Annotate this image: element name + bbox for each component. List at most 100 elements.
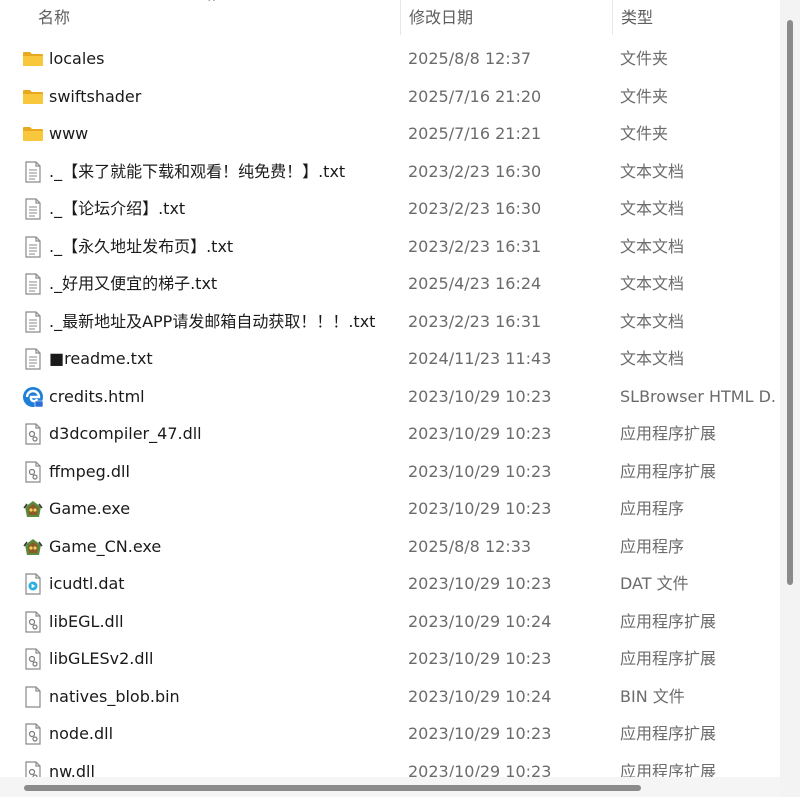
folder-icon — [22, 48, 44, 70]
file-type: 应用程序扩展 — [620, 649, 717, 668]
dll-file-icon — [22, 423, 44, 445]
file-row[interactable]: Game_CN.exe 2025/8/8 12:33 应用程序 — [0, 528, 780, 566]
file-date-modified: 2023/2/23 16:30 — [408, 199, 542, 218]
file-row[interactable]: libGLESv2.dll 2023/10/29 10:23 应用程序扩展 — [0, 640, 780, 678]
file-name: libGLESv2.dll — [49, 649, 154, 668]
text-file-icon — [22, 348, 44, 370]
file-type: 应用程序 — [620, 536, 685, 556]
file-type: 应用程序扩展 — [620, 611, 717, 631]
text-file-icon — [22, 310, 44, 333]
file-name: ■readme.txt — [49, 349, 153, 368]
file-name: Game.exe — [49, 499, 131, 518]
column-header-row: ^ 名称 修改日期 类型 — [0, 0, 780, 35]
horizontal-scroll-thumb[interactable] — [24, 785, 641, 791]
file-type: 文本文档 — [620, 311, 685, 331]
file-type: 文本文档 — [620, 349, 685, 368]
file-name: natives_blob.bin — [49, 686, 180, 706]
file-type: 文件夹 — [620, 86, 669, 106]
browser-html-icon — [22, 386, 44, 408]
file-date-modified: 2023/10/29 10:23 — [408, 649, 552, 668]
file-name: ._【论坛介绍】.txt — [49, 199, 186, 218]
file-name: ._【永久地址发布页】.txt — [49, 236, 234, 256]
file-type: 文本文档 — [620, 274, 685, 293]
file-date-modified: 2023/10/29 10:23 — [408, 386, 552, 406]
file-type: 应用程序 — [620, 499, 685, 518]
file-row[interactable]: natives_blob.bin 2023/10/29 10:24 BIN 文件 — [0, 678, 780, 716]
file-row[interactable]: ■readme.txt 2024/11/23 11:43 文本文档 — [0, 340, 780, 378]
column-header-name[interactable]: 名称 — [30, 0, 400, 35]
file-type: DAT 文件 — [620, 574, 689, 593]
file-type: 应用程序扩展 — [620, 461, 717, 481]
file-row[interactable]: swiftshader 2025/7/16 21:20 文件夹 — [0, 78, 780, 116]
file-name: ._【来了就能下载和观看！纯免费！】.txt — [49, 161, 346, 181]
dll-file-icon — [22, 648, 44, 670]
file-date-modified: 2023/2/23 16:31 — [408, 236, 542, 256]
file-date-modified: 2025/8/8 12:33 — [408, 536, 532, 556]
file-name: node.dll — [49, 724, 114, 743]
file-row[interactable]: locales 2025/8/8 12:37 文件夹 — [0, 40, 780, 78]
file-date-modified: 2025/8/8 12:37 — [408, 49, 532, 68]
horizontal-scrollbar[interactable] — [0, 777, 780, 797]
file-name: Game_CN.exe — [49, 536, 162, 556]
dll-file-icon — [22, 610, 44, 633]
text-file-icon — [22, 198, 44, 220]
file-date-modified: 2023/10/29 10:23 — [408, 574, 552, 593]
file-row[interactable]: d3dcompiler_47.dll 2023/10/29 10:23 应用程序扩展 — [0, 415, 780, 453]
text-file-icon — [22, 235, 44, 258]
file-row[interactable]: node.dll 2023/10/29 10:23 应用程序扩展 — [0, 715, 780, 753]
file-row[interactable]: libEGL.dll 2023/10/29 10:24 应用程序扩展 — [0, 603, 780, 641]
column-header-date-modified[interactable]: 修改日期 — [400, 0, 612, 35]
file-type: 文本文档 — [620, 161, 685, 181]
file-type: BIN 文件 — [620, 686, 685, 706]
file-date-modified: 2023/10/29 10:24 — [408, 686, 552, 706]
file-type: 文件夹 — [620, 49, 669, 68]
file-name: ._最新地址及APP请发邮箱自动获取！！！.txt — [49, 311, 376, 331]
file-row[interactable]: ._好用又便宜的梯子.txt 2025/4/23 16:24 文本文档 — [0, 265, 780, 303]
file-name: icudtl.dat — [49, 574, 125, 593]
file-row[interactable]: ._【来了就能下载和观看！纯免费！】.txt 2023/2/23 16:30 文本文… — [0, 153, 780, 191]
file-row[interactable]: Game.exe 2023/10/29 10:23 应用程序 — [0, 490, 780, 528]
file-name: locales — [49, 49, 105, 68]
dll-file-icon — [22, 460, 44, 483]
file-row[interactable]: ffmpeg.dll 2023/10/29 10:23 应用程序扩展 — [0, 453, 780, 491]
file-date-modified: 2025/7/16 21:21 — [408, 124, 542, 143]
text-file-icon — [22, 273, 44, 295]
blank-file-icon — [22, 685, 44, 708]
file-date-modified: 2025/4/23 16:24 — [408, 274, 542, 293]
file-date-modified: 2023/10/29 10:23 — [408, 461, 552, 481]
file-date-modified: 2023/10/29 10:23 — [408, 724, 552, 743]
file-type: SLBrowser HTML D... — [620, 386, 776, 406]
file-date-modified: 2023/10/29 10:23 — [408, 424, 552, 443]
file-name: credits.html — [49, 386, 145, 406]
vertical-scrollbar[interactable] — [780, 0, 800, 797]
file-type: 应用程序扩展 — [620, 424, 717, 443]
file-row[interactable]: ._【论坛介绍】.txt 2023/2/23 16:30 文本文档 — [0, 190, 780, 228]
text-file-icon — [22, 160, 44, 183]
file-row[interactable]: icudtl.dat 2023/10/29 10:23 DAT 文件 — [0, 565, 780, 603]
game-exe-icon — [22, 498, 44, 520]
media-file-icon — [22, 573, 44, 595]
file-name: libEGL.dll — [49, 611, 124, 631]
file-name: ffmpeg.dll — [49, 461, 130, 481]
column-header-type[interactable]: 类型 — [612, 0, 780, 35]
folder-icon — [22, 86, 44, 108]
file-name: swiftshader — [49, 86, 142, 106]
file-name: d3dcompiler_47.dll — [49, 424, 202, 443]
file-row[interactable]: credits.html 2023/10/29 10:23 SLBrowser HT… — [0, 378, 780, 416]
file-name: www — [49, 124, 89, 143]
file-explorer-view: ^ 名称 修改日期 类型 locales 2025/8/8 12:37 文件夹 swi… — [0, 0, 800, 797]
file-date-modified: 2023/2/23 16:31 — [408, 311, 542, 331]
file-date-modified: 2023/2/23 16:30 — [408, 161, 542, 181]
file-type: 文本文档 — [620, 199, 685, 218]
file-date-modified: 2024/11/23 11:43 — [408, 349, 552, 368]
folder-icon — [22, 123, 44, 145]
file-date-modified: 2023/10/29 10:24 — [408, 611, 552, 631]
dll-file-icon — [22, 723, 44, 745]
file-name: ._好用又便宜的梯子.txt — [49, 274, 218, 293]
file-row[interactable]: ._最新地址及APP请发邮箱自动获取！！！.txt 2023/2/23 16:31… — [0, 303, 780, 341]
vertical-scroll-thumb[interactable] — [787, 20, 793, 585]
file-type: 文件夹 — [620, 124, 669, 143]
file-row[interactable]: ._【永久地址发布页】.txt 2023/2/23 16:31 文本文档 — [0, 228, 780, 266]
file-row[interactable]: www 2025/7/16 21:21 文件夹 — [0, 115, 780, 153]
file-type: 文本文档 — [620, 236, 685, 256]
